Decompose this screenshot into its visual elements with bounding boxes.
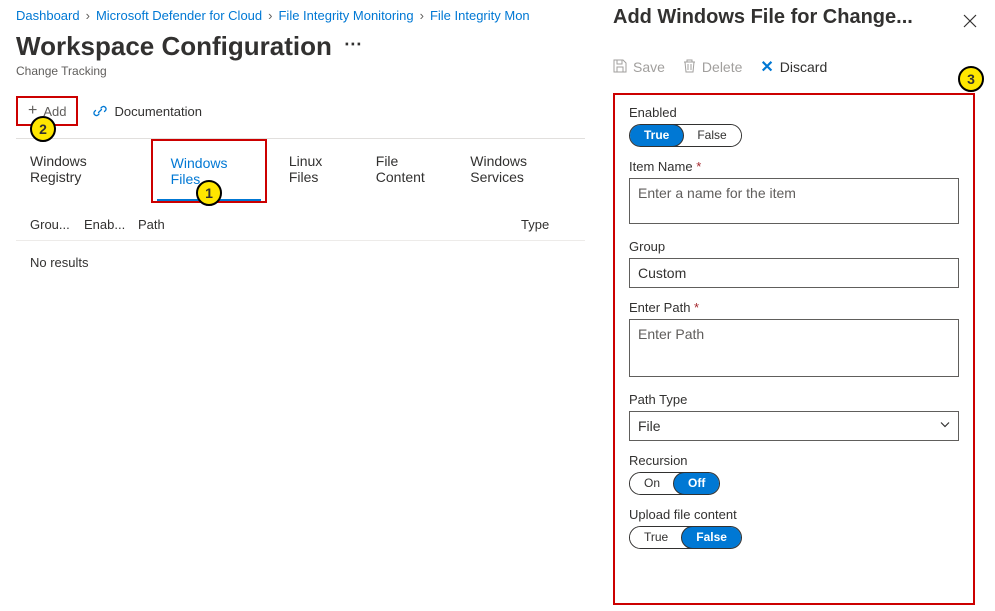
x-icon: ✕ [760, 57, 773, 77]
enter-path-label: Enter Path [629, 300, 959, 315]
more-actions-button[interactable]: ⋯ [344, 34, 362, 59]
documentation-link[interactable]: Documentation [92, 103, 201, 119]
upload-toggle[interactable]: True False [629, 526, 742, 549]
item-name-input[interactable] [629, 178, 959, 224]
chevron-right-icon: › [86, 8, 90, 23]
enter-path-input[interactable] [629, 319, 959, 377]
panel-body: Enabled True False Item Name Group Enter… [613, 93, 975, 605]
tab-windows-services[interactable]: Windows Services [456, 139, 585, 203]
breadcrumb: Dashboard › Microsoft Defender for Cloud… [16, 8, 585, 23]
enabled-false[interactable]: False [683, 125, 740, 146]
page-title: Workspace Configuration ⋯ [16, 31, 585, 62]
subtitle: Change Tracking [16, 64, 585, 78]
recursion-on[interactable]: On [630, 473, 674, 494]
group-label: Group [629, 239, 959, 254]
enabled-toggle[interactable]: True False [629, 124, 742, 147]
documentation-link-label: Documentation [114, 104, 201, 119]
enabled-true[interactable]: True [629, 124, 684, 147]
column-enabled[interactable]: Enab... [84, 217, 126, 232]
recursion-off[interactable]: Off [673, 472, 720, 495]
delete-button[interactable]: Delete [683, 59, 742, 76]
tabs: Windows Registry Windows Files Linux Fil… [16, 138, 585, 203]
save-icon [613, 59, 627, 76]
toolbar: + Add Documentation [16, 96, 585, 126]
save-button-label: Save [633, 59, 665, 75]
group-input[interactable] [629, 258, 959, 288]
breadcrumb-item[interactable]: File Integrity Monitoring [278, 8, 413, 23]
chevron-right-icon: › [268, 8, 272, 23]
annotation-marker-1: 1 [196, 180, 222, 206]
chevron-right-icon: › [420, 8, 424, 23]
upload-true[interactable]: True [630, 527, 682, 548]
panel-toolbar: Save Delete ✕ Discard [613, 57, 975, 77]
recursion-label: Recursion [629, 453, 959, 468]
path-type-value[interactable] [629, 411, 959, 441]
save-button[interactable]: Save [613, 59, 665, 76]
add-file-panel: Add Windows File for Change... Save Dele… [585, 0, 995, 611]
tab-windows-registry[interactable]: Windows Registry [16, 139, 143, 203]
breadcrumb-item[interactable]: File Integrity Mon [430, 8, 530, 23]
tab-file-content[interactable]: File Content [362, 139, 456, 203]
main-content: Dashboard › Microsoft Defender for Cloud… [0, 0, 585, 611]
tab-linux-files[interactable]: Linux Files [275, 139, 362, 203]
annotation-marker-2: 2 [30, 116, 56, 142]
path-type-label: Path Type [629, 392, 959, 407]
enabled-label: Enabled [629, 105, 959, 120]
table-empty-state: No results [16, 241, 585, 284]
close-button[interactable] [963, 12, 977, 33]
recursion-toggle[interactable]: On Off [629, 472, 720, 495]
delete-button-label: Delete [702, 59, 742, 75]
table-header: Grou... Enab... Path Type [16, 203, 585, 241]
breadcrumb-item[interactable]: Dashboard [16, 8, 80, 23]
upload-false[interactable]: False [681, 526, 742, 549]
upload-label: Upload file content [629, 507, 959, 522]
discard-button-label: Discard [780, 59, 827, 75]
annotation-marker-3: 3 [958, 66, 984, 92]
item-name-label: Item Name [629, 159, 959, 174]
panel-title: Add Windows File for Change... [613, 6, 975, 29]
discard-button[interactable]: ✕ Discard [760, 57, 827, 77]
link-icon [92, 103, 108, 119]
trash-icon [683, 59, 696, 76]
column-type[interactable]: Type [521, 217, 571, 232]
path-type-select[interactable] [629, 411, 959, 441]
page-title-text: Workspace Configuration [16, 31, 332, 62]
breadcrumb-item[interactable]: Microsoft Defender for Cloud [96, 8, 262, 23]
column-path[interactable]: Path [138, 217, 509, 232]
column-group[interactable]: Grou... [30, 217, 72, 232]
